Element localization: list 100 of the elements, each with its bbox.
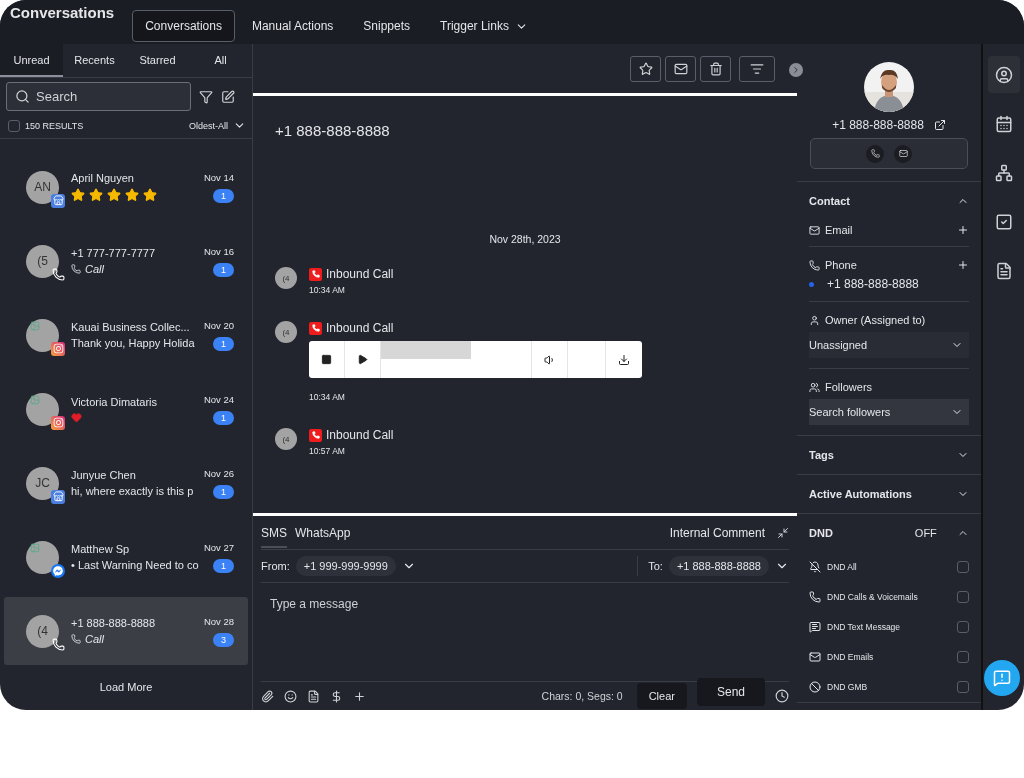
load-more-link[interactable]: Load More [4, 681, 248, 693]
checkbox[interactable] [957, 651, 969, 663]
filter-icon [750, 61, 764, 76]
message-preview: Call [85, 633, 104, 645]
nav-tab[interactable]: Snippets [350, 10, 423, 42]
clock-icon [775, 689, 789, 703]
plus-icon [957, 259, 969, 271]
clear-button[interactable]: Clear [636, 683, 687, 709]
phone-icon [309, 428, 322, 442]
checkbox[interactable] [957, 561, 969, 573]
unread-count: 1 [213, 410, 234, 425]
followers-select[interactable]: Search followers [809, 399, 969, 425]
message-time: 10:57 AM [309, 446, 346, 456]
mail-button[interactable] [665, 55, 696, 82]
template-button[interactable] [307, 689, 320, 703]
primary-dot [809, 281, 814, 287]
users-icon [809, 381, 820, 393]
phone-icon [809, 259, 820, 271]
message-date: Nov 28 [203, 615, 234, 627]
call-button[interactable] [866, 144, 884, 163]
delete-button[interactable] [700, 55, 731, 82]
compose-button[interactable] [221, 89, 235, 104]
smiley-icon [284, 689, 297, 703]
instagram-icon [51, 341, 65, 356]
send-button[interactable]: Send [696, 678, 765, 706]
call-label: Inbound Call [326, 321, 394, 335]
message-icon [809, 621, 821, 633]
store-icon [51, 489, 65, 504]
to-number: +1 888-888-8888 [668, 556, 769, 576]
image-icon [30, 320, 40, 331]
stop-icon [321, 354, 332, 365]
conversation-item[interactable]: AN April Nguyen Nov 14 1 [4, 153, 248, 221]
download-icon [618, 353, 630, 366]
play-icon [357, 354, 368, 365]
section-header[interactable]: Active Automations [809, 475, 969, 513]
nav-tab[interactable]: Trigger Links [427, 10, 541, 42]
owner-select[interactable]: Unassigned [809, 332, 969, 358]
search-field[interactable]: Search [6, 82, 191, 111]
bell-off-icon [809, 561, 821, 573]
minimize-button[interactable] [777, 526, 789, 539]
add-button[interactable] [353, 689, 366, 703]
filter-tab[interactable]: Unread [0, 44, 63, 77]
collapse-button[interactable] [789, 63, 803, 77]
star-button[interactable] [630, 55, 661, 82]
contact-button[interactable] [987, 56, 1020, 93]
phone-icon [870, 149, 880, 158]
unread-count: 1 [213, 262, 234, 277]
nav-tab[interactable]: Manual Actions [238, 10, 347, 42]
payment-button[interactable] [330, 689, 343, 703]
conversation-item[interactable]: Kauai Business Collec... Thank you, Happy Holida Nov 20 1 [4, 301, 248, 369]
store-icon [51, 193, 65, 208]
task-icon [994, 212, 1013, 231]
feedback-icon [993, 669, 1011, 687]
checkbox[interactable] [957, 621, 969, 633]
filter-tab[interactable]: Recents [63, 44, 126, 77]
channel-tab[interactable]: WhatsApp [295, 517, 351, 548]
schedule-button[interactable] [775, 689, 789, 703]
field-label: Email [825, 224, 853, 236]
sort-dropdown[interactable]: Oldest-All [189, 119, 246, 132]
field-label: Owner (Assigned to) [825, 314, 926, 326]
filter-tab[interactable]: Starred [126, 44, 189, 77]
star-icon [143, 188, 157, 202]
conversation-item[interactable]: (4 +1 888-888-8888 Call Nov 28 3 [4, 597, 248, 665]
email-button[interactable] [894, 144, 912, 163]
checkbox[interactable] [957, 591, 969, 603]
image-icon [30, 394, 40, 405]
contact-name: +1 777-777-7777 [71, 247, 157, 259]
conversation-item[interactable]: Matthew Sp • Last Warning Need to co Nov 27 1 [4, 523, 248, 591]
contact-name: Victoria Dimataris [71, 395, 158, 408]
phone-icon [309, 267, 322, 281]
message-preview: Thank you, Happy Holida [71, 337, 195, 349]
checkbox[interactable] [8, 119, 20, 132]
conversation-item[interactable]: Victoria Dimataris Nov 24 1 [4, 375, 248, 443]
section-header[interactable]: Contact [809, 182, 969, 220]
nav-tab[interactable]: Conversations [132, 10, 235, 42]
phone-number: +1 888-888-8888 [827, 277, 919, 291]
unread-count: 1 [213, 558, 234, 573]
conversation-item[interactable]: (5 +1 777-777-7777 Call Nov 16 1 [4, 227, 248, 295]
calendar-icon [994, 114, 1013, 133]
filter-tab[interactable]: All [189, 44, 252, 77]
phone-icon [51, 637, 65, 652]
attach-button[interactable] [261, 689, 274, 703]
field-label: Phone [825, 259, 857, 271]
filter-icon [199, 89, 213, 104]
unread-count: 1 [213, 188, 234, 203]
network-icon [994, 163, 1013, 182]
checkbox[interactable] [957, 681, 969, 693]
message-time: 10:34 AM [309, 285, 346, 295]
mail-icon [673, 61, 688, 76]
image-icon [30, 542, 40, 553]
section-header[interactable]: Tags [809, 436, 969, 474]
internal-comment-tab[interactable]: Internal Comment [669, 517, 765, 548]
heart-icon [71, 411, 82, 423]
emoji-button[interactable] [284, 689, 297, 703]
minimize-icon [777, 526, 789, 539]
conversation-item[interactable]: JC Junyue Chen hi, where exactly is this p Nov 26 1 [4, 449, 248, 517]
plus-icon [957, 224, 969, 236]
channel-tab[interactable]: SMS [261, 517, 287, 548]
star-icon [71, 188, 85, 202]
feedback-button[interactable] [984, 660, 1020, 696]
